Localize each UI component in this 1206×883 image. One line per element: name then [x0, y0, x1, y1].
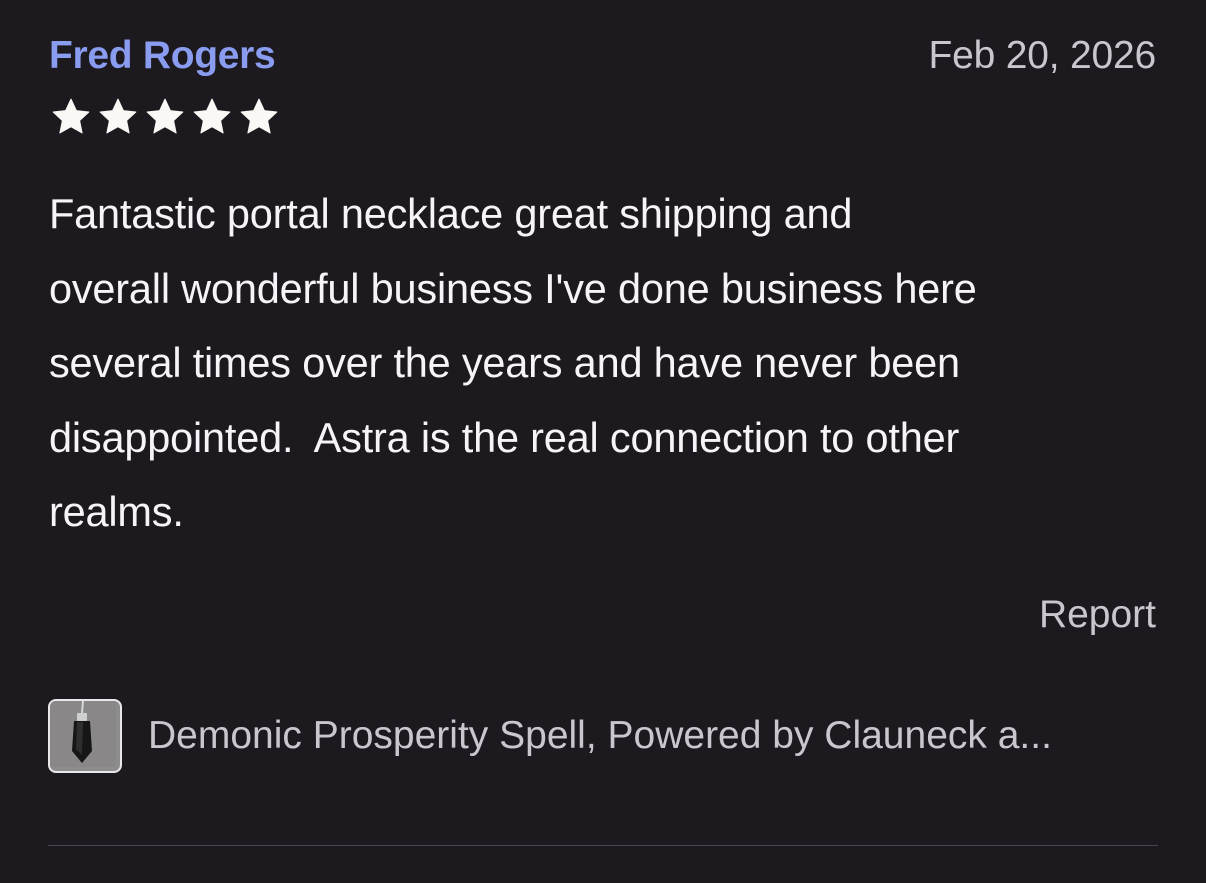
reviewed-product-link[interactable]: Demonic Prosperity Spell, Powered by Cla…: [48, 698, 1158, 774]
star-icon: [146, 98, 184, 134]
star-icon: [240, 98, 278, 134]
report-button[interactable]: Report: [1039, 592, 1156, 638]
star-icon: [99, 98, 137, 134]
review-card: Fred Rogers Feb 20, 2026 Fantastic porta…: [0, 0, 1206, 883]
pendant-thumbnail-icon: [50, 701, 116, 767]
product-thumbnail: [48, 699, 122, 773]
star-icon: [193, 98, 231, 134]
reviewer-name[interactable]: Fred Rogers: [49, 33, 276, 79]
star-rating: [48, 96, 282, 138]
product-title[interactable]: Demonic Prosperity Spell, Powered by Cla…: [148, 713, 1052, 759]
review-date: Feb 20, 2026: [928, 34, 1157, 77]
review-text: Fantastic portal necklace great shipping…: [49, 190, 977, 535]
star-icon: [52, 98, 90, 134]
divider: [48, 845, 1158, 846]
